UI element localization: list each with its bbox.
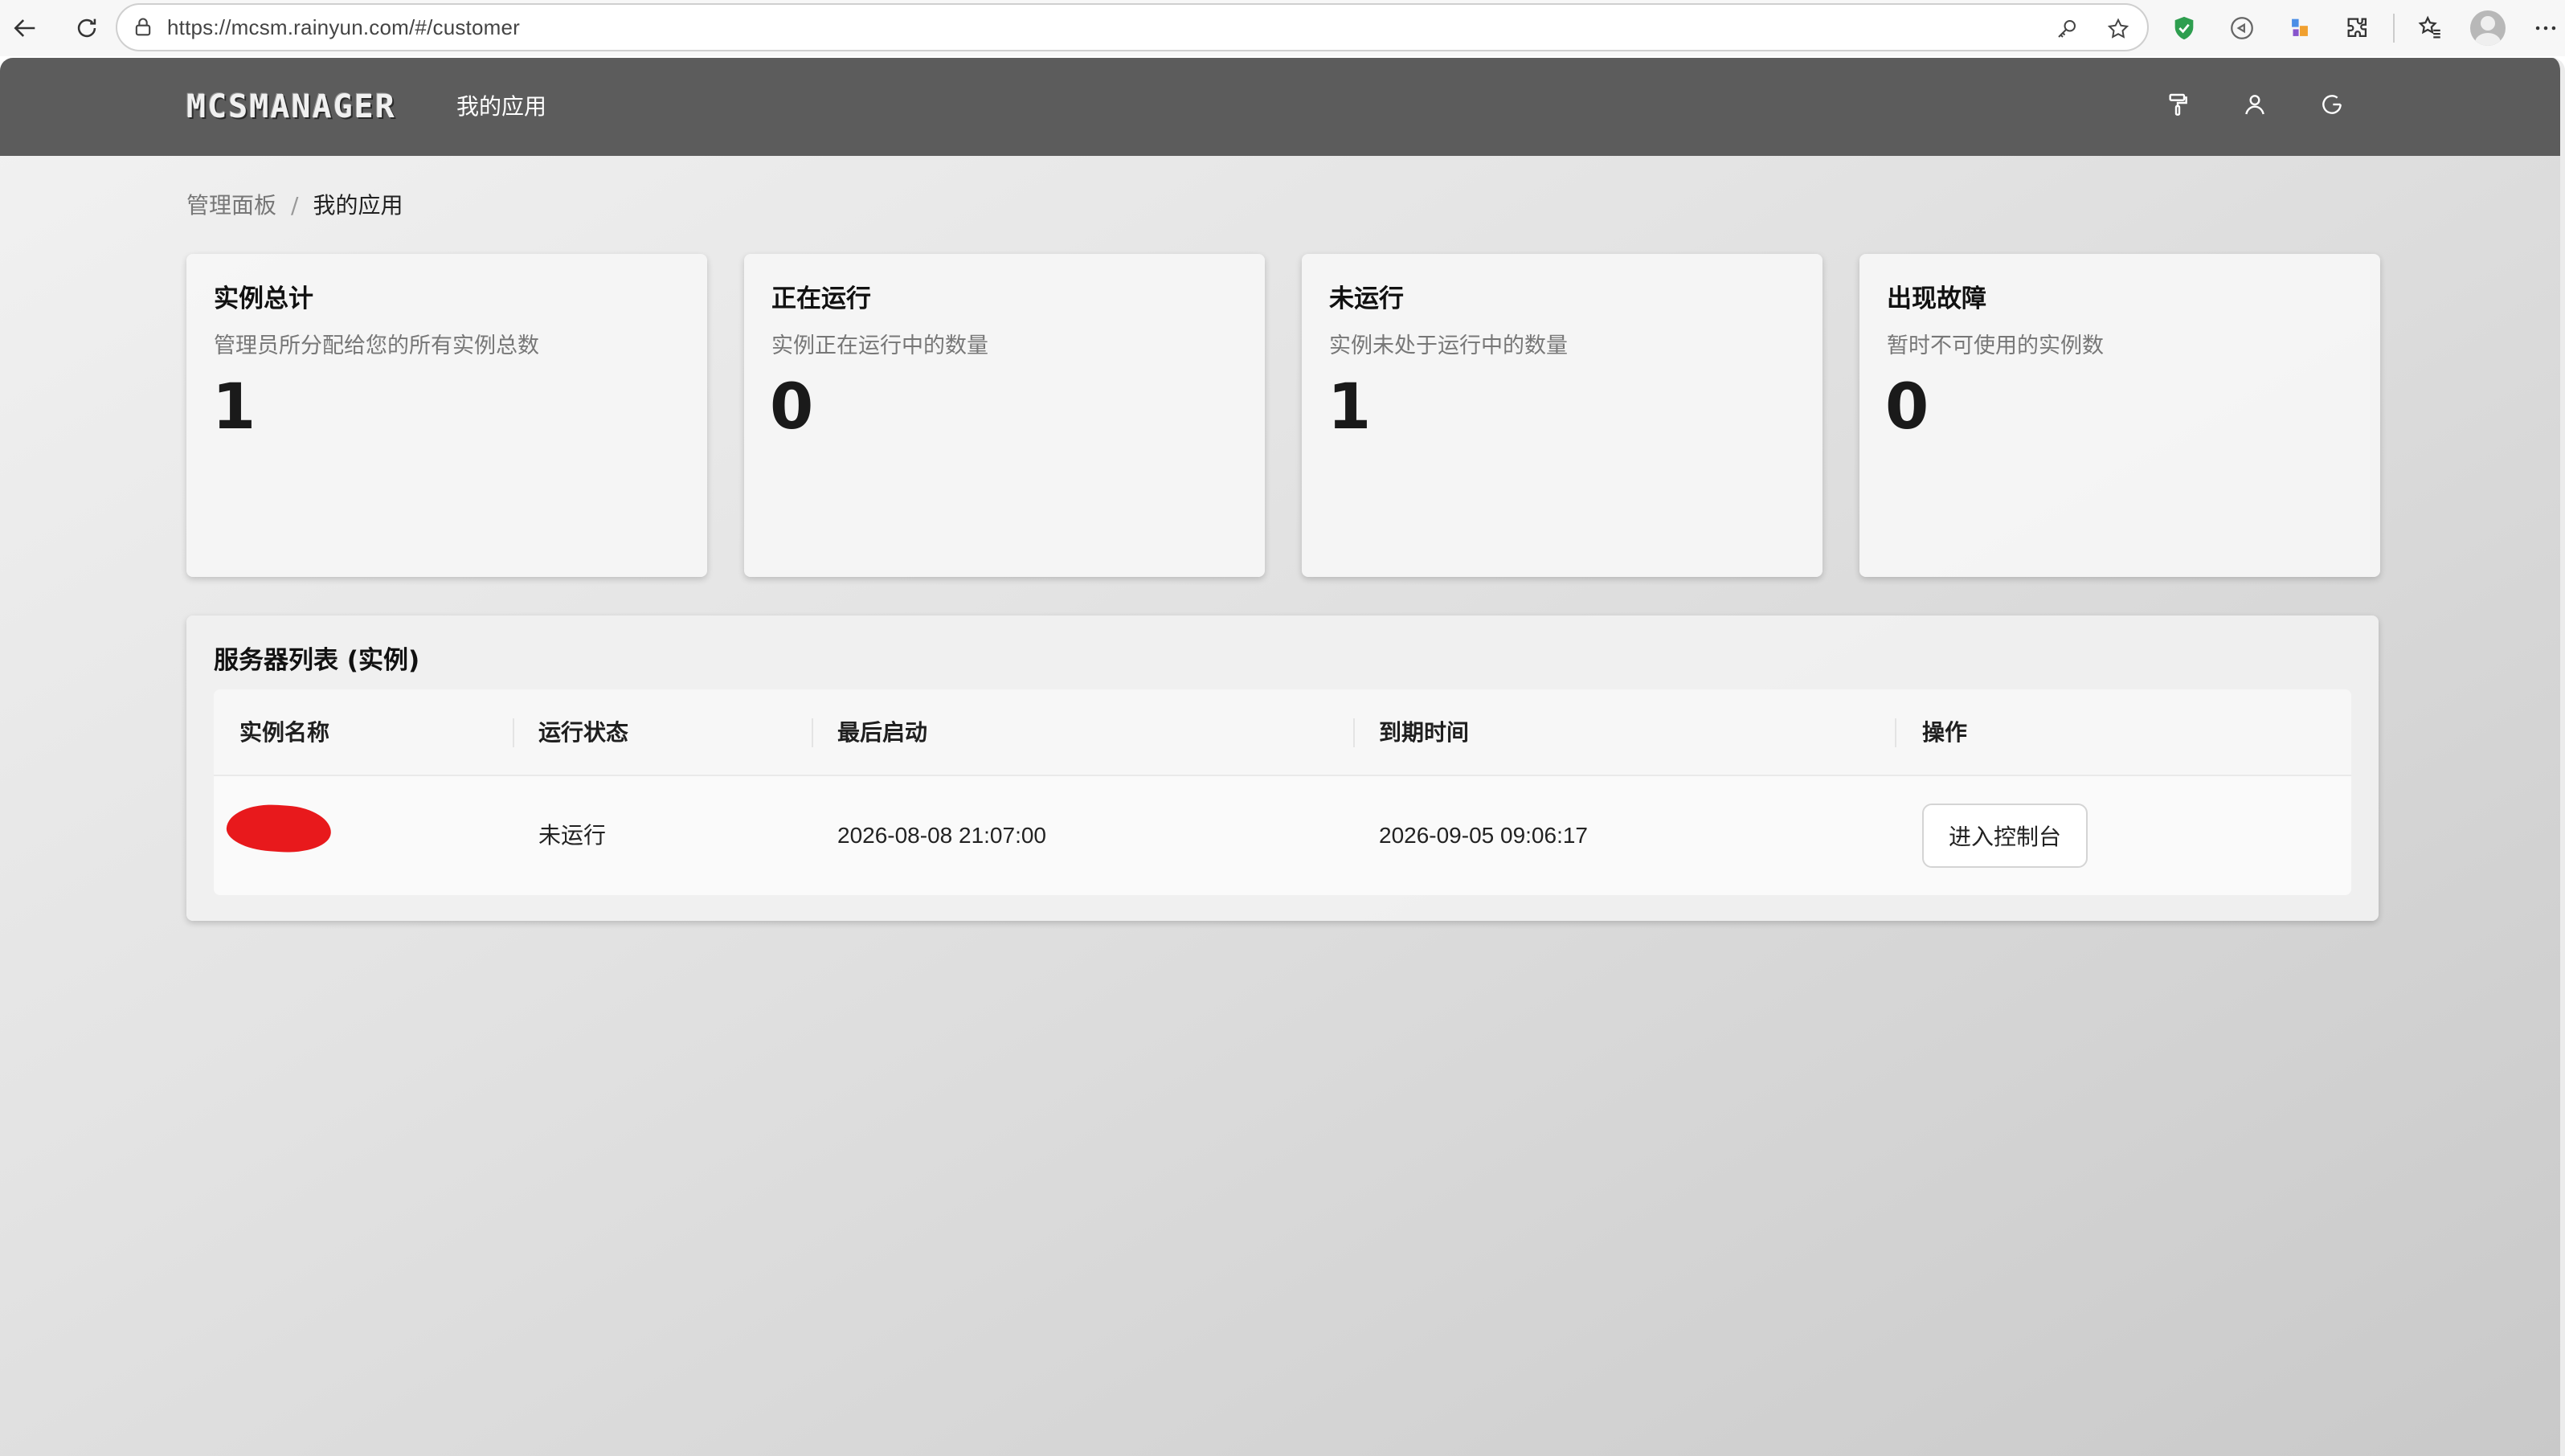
breadcrumb-current: 我的应用 [313,192,403,219]
share-circle-icon [2231,17,2253,39]
column-divider [1353,718,1355,747]
stat-card-total: 实例总计 管理员所分配给您的所有实例总数 1 [186,254,707,577]
app-container: MCSMANAGER 我的应用 管理面板 / 我的应用 实例总计 管理员所分配给… [0,58,2565,1456]
column-divider [812,718,813,747]
refresh-data-button[interactable] [2309,82,2354,127]
profile-button[interactable] [2465,6,2510,51]
app-header: MCSMANAGER 我的应用 [0,58,2560,156]
refresh-icon [77,18,96,38]
stat-value: 1 [1328,371,1372,444]
paint-roller-icon [2169,93,2187,116]
stat-description: 实例正在运行中的数量 [771,333,988,358]
column-divider [1895,718,1896,747]
browser-toolbar: https://mcsm.rainyun.com/#/customer [0,0,2565,56]
breadcrumb: 管理面板 / 我的应用 [186,190,403,222]
refresh-button[interactable] [64,6,109,51]
toolbar-divider [2393,14,2395,43]
more-menu-button[interactable] [2523,6,2565,51]
instance-status: 未运行 [538,823,607,848]
extension-shield-button[interactable] [2162,6,2207,51]
stat-card-running: 正在运行 实例正在运行中的数量 0 [744,254,1265,577]
server-list-title: 服务器列表 (实例) [214,646,420,675]
column-header-name: 实例名称 [239,719,330,746]
extension-share-button[interactable] [2219,6,2264,51]
favorites-button[interactable] [2408,6,2452,51]
redacted-instance-name [225,801,333,856]
avatar-icon [2470,10,2506,46]
stat-value: 0 [770,371,815,444]
instance-last-start: 2026-08-08 21:07:00 [837,823,1046,848]
stat-description: 管理员所分配给您的所有实例总数 [214,333,539,358]
server-list-card: 服务器列表 (实例) 实例名称 运行状态 最后启动 到期时间 操作 未运行 20… [186,616,2379,921]
stat-title: 正在运行 [771,284,871,313]
star-icon [2107,18,2129,39]
colored-extension-icon [2292,18,2308,36]
stat-title: 出现故障 [1887,284,1986,313]
instance-expire-time: 2026-09-05 09:06:17 [1379,823,1588,848]
enter-console-button[interactable]: 进入控制台 [1922,804,2088,868]
theme-button[interactable] [2155,82,2200,127]
table-header: 实例名称 运行状态 最后启动 到期时间 操作 [214,689,2351,776]
extension-puzzle-colored-button[interactable] [2277,6,2322,51]
mcsmanager-logo[interactable]: MCSMANAGER [186,90,396,124]
url-text: https://mcsm.rainyun.com/#/customer [167,14,521,39]
puzzle-icon [2347,18,2367,38]
shield-icon [2174,16,2194,40]
breadcrumb-separator: / [291,192,299,219]
favorites-list-icon [2418,15,2440,39]
column-header-status: 运行状态 [538,719,629,746]
address-bar[interactable]: https://mcsm.rainyun.com/#/customer [116,3,2149,51]
server-table: 实例名称 运行状态 最后启动 到期时间 操作 未运行 2026-08-08 21… [214,689,2351,895]
stat-card-faulty: 出现故障 暂时不可使用的实例数 0 [1859,254,2380,577]
stat-description: 实例未处于运行中的数量 [1329,333,1568,358]
lock-icon [135,18,151,36]
back-button[interactable] [3,6,48,51]
stat-value: 1 [212,371,257,444]
table-row: 未运行 2026-08-08 21:07:00 2026-09-05 09:06… [214,776,2351,895]
column-header-actions: 操作 [1922,719,1968,746]
stat-value: 0 [1885,371,1930,444]
more-dots-icon [2535,26,2556,31]
column-header-last-start: 最后启动 [837,719,928,746]
stat-title: 未运行 [1329,284,1404,313]
column-divider [513,718,514,747]
stat-description: 暂时不可使用的实例数 [1887,333,2104,358]
stat-card-stopped: 未运行 实例未处于运行中的数量 1 [1302,254,1822,577]
stat-title: 实例总计 [214,284,313,313]
nav-my-apps[interactable]: 我的应用 [456,90,546,124]
key-icon [2058,20,2076,38]
breadcrumb-root[interactable]: 管理面板 [186,190,276,222]
reload-icon [2322,95,2342,114]
user-icon [2245,95,2264,115]
password-key-button[interactable] [2049,11,2084,47]
favorite-button[interactable] [2101,11,2136,47]
user-button[interactable] [2232,82,2277,127]
column-header-expire: 到期时间 [1379,719,1470,746]
extensions-button[interactable] [2335,6,2380,51]
arrow-left-icon [14,19,35,37]
